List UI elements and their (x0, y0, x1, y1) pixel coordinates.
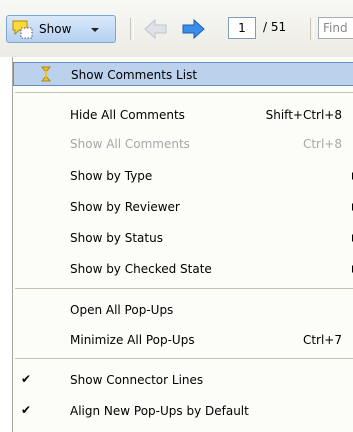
menu-item-label: Show by Status (70, 231, 163, 245)
menu-item-shortcut: Ctrl+8 (302, 137, 342, 151)
menu-item-label: Show by Checked State (70, 262, 212, 276)
menu-item-shortcut: Ctrl+7 (302, 333, 342, 347)
menu-separator (15, 358, 353, 359)
comments-list-icon (41, 66, 51, 82)
menu-item-shortcut: Shift+Ctrl+8 (265, 108, 342, 122)
menu-item-label: Align New Pop-Ups by Default (70, 404, 249, 418)
find-input[interactable]: Find (318, 17, 353, 39)
menu-item-label: Open All Pop-Ups (70, 303, 174, 317)
menu-item-label: Show Comments List (71, 68, 198, 82)
comment-note-icon (12, 20, 33, 39)
page-number-input[interactable]: 1 (228, 17, 256, 39)
menu-item-label: Show Connector Lines (70, 373, 204, 387)
toolbar-separator (310, 18, 314, 40)
menu-item-show-by-checked-state[interactable]: Show by Checked State (13, 257, 353, 281)
show-button-label: Show (39, 22, 72, 36)
menu-item-label: Hide All Comments (70, 108, 185, 122)
menu-item-label: Minimize All Pop-Ups (70, 333, 195, 347)
checkmark-icon: ✔ (21, 403, 32, 417)
menu-item-align-new-popups[interactable]: ✔ Align New Pop-Ups by Default (13, 399, 353, 423)
toolbar-separator (130, 18, 134, 40)
show-menu-button[interactable]: Show (6, 15, 116, 43)
menu-item-label: Show by Reviewer (70, 200, 180, 214)
menu-item-show-connector-lines[interactable]: ✔ Show Connector Lines (13, 368, 353, 392)
menu-separator (15, 92, 353, 93)
menu-item-show-all-comments: Show All Comments Ctrl+8 (13, 132, 353, 156)
menu-item-hide-all-comments[interactable]: Hide All Comments Shift+Ctrl+8 (13, 103, 353, 127)
next-page-icon[interactable] (180, 17, 206, 41)
menu-item-label: Show All Comments (70, 137, 190, 151)
menu-item-show-comments-list[interactable]: Show Comments List (13, 62, 353, 86)
menu-item-show-by-type[interactable]: Show by Type (13, 164, 353, 188)
chevron-down-icon (91, 28, 99, 32)
show-dropdown-menu: Show Comments List Hide All Comments Shi… (12, 57, 353, 432)
menu-item-show-by-reviewer[interactable]: Show by Reviewer (13, 195, 353, 219)
comments-toolbar: Show 1 / 51 Find (0, 0, 353, 57)
checkmark-icon: ✔ (21, 372, 32, 386)
menu-item-show-by-status[interactable]: Show by Status (13, 226, 353, 250)
menu-item-open-all-popups[interactable]: Open All Pop-Ups (13, 298, 353, 322)
menu-item-label: Show by Type (70, 169, 153, 183)
menu-separator (15, 288, 353, 289)
menu-item-minimize-all-popups[interactable]: Minimize All Pop-Ups Ctrl+7 (13, 328, 353, 352)
page-total-label: / 51 (263, 20, 287, 34)
previous-page-icon[interactable] (143, 17, 169, 41)
